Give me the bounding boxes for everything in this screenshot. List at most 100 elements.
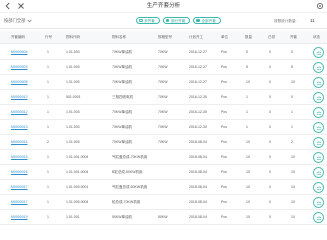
row-plan-date: 2018-08-04 bbox=[189, 140, 207, 144]
row-kitted: 10 bbox=[291, 215, 295, 219]
row-code-link[interactable]: M0000005 bbox=[11, 80, 28, 85]
row-unit: Pcs bbox=[221, 95, 227, 99]
row-code-link[interactable]: M0000016 bbox=[11, 170, 28, 175]
kit-status-icon bbox=[316, 66, 322, 71]
row-plan-date: 2018-08-04 bbox=[189, 215, 207, 219]
row-status-button[interactable] bbox=[313, 167, 324, 178]
row-status-button[interactable] bbox=[313, 137, 324, 148]
row-qty: 10 bbox=[246, 185, 250, 189]
department-label: 按部门全部 bbox=[4, 18, 26, 23]
table-row[interactable]: M0000012 1 1.01.003 70KW单油机 70KW 2016-12-30 Pc… bbox=[0, 105, 327, 120]
row-code-link[interactable]: M0000015 bbox=[11, 155, 28, 160]
row-item-code: 1.01.003 bbox=[66, 140, 80, 144]
table-row[interactable]: M0000015 1 1.01.001.0004 气缸盖总成-70KW机用 2018-0… bbox=[0, 150, 327, 165]
row-status-button[interactable] bbox=[313, 182, 324, 193]
row-spec: 50KW bbox=[158, 215, 168, 219]
table-row[interactable]: M0000003 1 1.01.003 70KW单油机 70KW 2016-12-27 Pc… bbox=[0, 60, 327, 75]
col-header-spec: 规格型号 bbox=[158, 35, 172, 39]
table-row[interactable]: M0000019 1 1.01.001 50KW单油机 50KW 2018-08-04 Pc… bbox=[0, 210, 327, 225]
filter-not-kitted[interactable]: 未齐套 bbox=[136, 17, 160, 24]
row-received: 0 bbox=[269, 140, 271, 144]
row-code-link[interactable]: M0000019 bbox=[11, 215, 28, 220]
row-plan-date: 2018-08-04 bbox=[189, 155, 207, 159]
row-item-name: 70KW单油机 bbox=[112, 65, 133, 69]
row-status-button[interactable] bbox=[313, 77, 324, 88]
row-spec: 70KW bbox=[158, 140, 168, 144]
row-item-name: 70KW单油机 bbox=[112, 50, 133, 54]
table-row[interactable]: M0000017 1 1.01.003.0001 气缸盖总成-50KW机用 2018-0… bbox=[0, 180, 327, 195]
row-received: 0 bbox=[269, 155, 271, 159]
filter-toolbar: 按部门全部 未齐套 部分齐套 全部齐套 按照统计数量: 11 bbox=[0, 12, 327, 29]
kit-status-icon bbox=[316, 126, 322, 131]
table-row[interactable]: M0000016 1 1.01.001.0004 B缸总成-50KW机用 2018-08… bbox=[0, 165, 327, 180]
row-received: 0 bbox=[269, 185, 271, 189]
row-item-name: 70KW单油机 bbox=[112, 125, 133, 129]
row-code-link[interactable]: M0000003 bbox=[11, 65, 28, 70]
row-kitted: 10 bbox=[291, 80, 295, 84]
table-row[interactable]: M0000012 1 501.0001 三相四线电机 70KW 2016-12-30 Pcs… bbox=[0, 90, 327, 105]
table-header: 齐套编码 行号 物料代码 物料名称 规格型号 计划开工 单位 数量 已领 齐套 … bbox=[0, 31, 327, 44]
row-status-button[interactable] bbox=[313, 212, 324, 223]
col-header-kit: 齐套 bbox=[290, 35, 297, 39]
row-line: 1 bbox=[47, 200, 49, 204]
filter-label: 部分齐套 bbox=[170, 18, 186, 23]
table-row[interactable]: M0000013 1 1.01.003 70KW单油机 70KW 2016-12-30 Pc… bbox=[0, 120, 327, 135]
row-item-code: 1.01.001 bbox=[66, 215, 80, 219]
row-unit: Pcs bbox=[221, 170, 227, 174]
kit-status-icon bbox=[316, 51, 322, 56]
row-kitted: 0 bbox=[291, 50, 293, 54]
row-status-button[interactable] bbox=[313, 197, 324, 208]
row-spec: 70KW bbox=[158, 125, 168, 129]
row-spec: 70KW bbox=[158, 65, 168, 69]
row-received: 0 bbox=[269, 215, 271, 219]
row-item-name: 轮总成-70KW机用 bbox=[112, 200, 141, 204]
table-row[interactable]: M0000014 2 1.01.003 70KW单油机 70KW 2018-08-04 Pc… bbox=[0, 135, 327, 150]
checkbox-icon bbox=[139, 18, 143, 23]
row-status-button[interactable] bbox=[313, 152, 324, 163]
row-kitted: 10 bbox=[291, 155, 295, 159]
row-code-link[interactable]: M0000012 bbox=[11, 95, 28, 100]
table-row[interactable]: M0000004 1 1.01.003 70KW单油机 70KW 2016-12-27 Pc… bbox=[0, 45, 327, 60]
row-plan-date: 2018-08-04 bbox=[189, 200, 207, 204]
filter-all-kitted[interactable]: 全部齐套 bbox=[193, 17, 221, 24]
row-line: 1 bbox=[47, 50, 49, 54]
row-plan-date: 2016-12-27 bbox=[189, 80, 207, 84]
table-row[interactable]: M0000017 1 1.01.003.0004 轮总成-70KW机用 2018-08-… bbox=[0, 195, 327, 210]
row-kitted: 10 bbox=[291, 170, 295, 174]
row-unit: Pcs bbox=[221, 50, 227, 54]
row-item-code: 501.0001 bbox=[66, 95, 81, 99]
filter-partial-kitted[interactable]: 部分齐套 bbox=[162, 17, 191, 24]
table-row[interactable]: M0000005 1 1.01.003 70KW单油机 70KW 2016-12-27 Pc… bbox=[0, 75, 327, 90]
row-code-link[interactable]: M0000013 bbox=[11, 125, 28, 130]
row-qty: 10 bbox=[246, 140, 250, 144]
row-code-link[interactable]: M0000012 bbox=[11, 110, 28, 115]
row-received: 0 bbox=[269, 200, 271, 204]
row-item-code: 1.01.003 bbox=[66, 110, 80, 114]
row-code-link[interactable]: M0000004 bbox=[11, 50, 28, 55]
row-plan-date: 2016-12-27 bbox=[189, 65, 207, 69]
col-header-date: 计划开工 bbox=[189, 35, 203, 39]
row-status-button[interactable] bbox=[313, 62, 324, 73]
row-unit: Pcs bbox=[221, 185, 227, 189]
row-code-link[interactable]: M0000014 bbox=[11, 140, 28, 145]
department-dropdown[interactable]: 按部门全部 bbox=[4, 18, 33, 24]
row-code-link[interactable]: M0000017 bbox=[11, 185, 28, 190]
row-item-name: 50KW单油机 bbox=[112, 215, 133, 219]
row-item-name: 70KW单油机 bbox=[112, 110, 133, 114]
settings-button[interactable] bbox=[316, 2, 324, 10]
row-qty: 0 bbox=[246, 50, 248, 54]
row-status-button[interactable] bbox=[313, 92, 324, 103]
row-qty: 10 bbox=[246, 80, 250, 84]
row-received: 0 bbox=[269, 110, 271, 114]
row-status-button[interactable] bbox=[313, 47, 324, 58]
row-item-code: 1.01.003.0001 bbox=[66, 185, 89, 189]
kit-status-icon bbox=[316, 186, 322, 191]
row-item-code: 1.01.003.0004 bbox=[66, 200, 89, 204]
row-code-link[interactable]: M0000017 bbox=[11, 200, 28, 205]
row-plan-date: 2018-08-04 bbox=[189, 185, 207, 189]
row-qty: 10 bbox=[246, 200, 250, 204]
row-status-button[interactable] bbox=[313, 107, 324, 118]
row-line: 1 bbox=[47, 185, 49, 189]
row-item-name: 气缸盖总成-70KW机用 bbox=[112, 155, 148, 159]
row-status-button[interactable] bbox=[313, 122, 324, 133]
